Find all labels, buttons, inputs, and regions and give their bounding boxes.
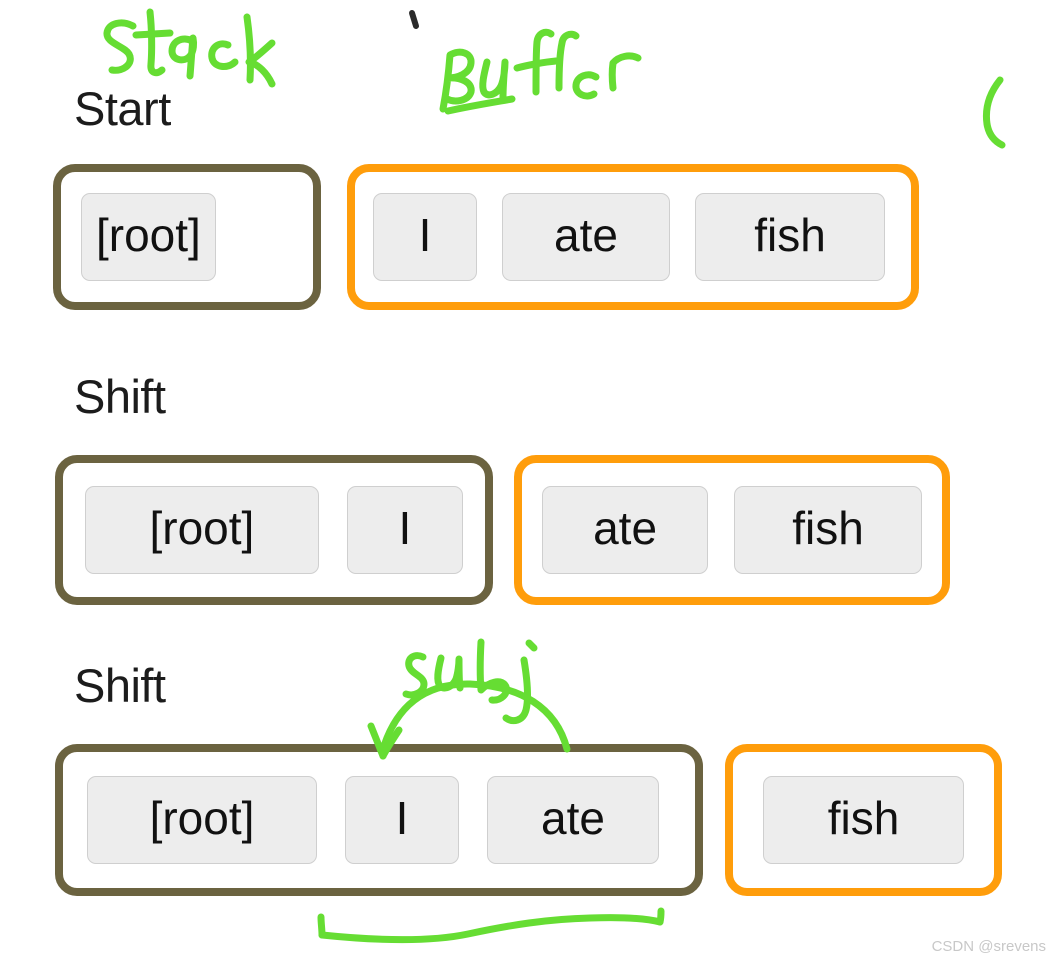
buffer-handwriting-annotation xyxy=(439,28,642,115)
token-label: ate xyxy=(554,209,618,261)
token-label: [root] xyxy=(149,792,255,844)
token-label: [root] xyxy=(96,209,201,261)
step-label-shift-2: Shift xyxy=(74,659,166,712)
buffer-token[interactable]: fish xyxy=(695,193,885,281)
stack-token[interactable]: [root] xyxy=(87,776,317,864)
token-label: fish xyxy=(792,502,864,554)
step-label-shift-1: Shift xyxy=(74,370,166,423)
buffer-container-row-3: fish xyxy=(725,744,1002,896)
span-bracket-annotation xyxy=(317,907,665,944)
stack-token[interactable]: ate xyxy=(487,776,659,864)
stack-token[interactable]: I xyxy=(346,486,463,574)
token-label: [root] xyxy=(149,502,255,554)
stack-token[interactable]: [root] xyxy=(85,486,319,574)
token-label: I xyxy=(398,502,412,554)
right-edge-curve-annotation xyxy=(982,76,1006,149)
buffer-token[interactable]: fish xyxy=(734,486,922,574)
buffer-container-row-1: I ate fish xyxy=(347,164,919,310)
buffer-token[interactable]: ate xyxy=(542,486,709,574)
buffer-token[interactable]: fish xyxy=(763,776,964,864)
stack-token[interactable]: [root] xyxy=(81,193,216,281)
buffer-token[interactable]: ate xyxy=(502,193,670,281)
stack-container-row-1: [root] xyxy=(53,164,321,310)
subj-handwriting-annotation xyxy=(402,638,538,725)
buffer-token[interactable]: I xyxy=(373,193,477,281)
stack-token[interactable]: I xyxy=(345,776,459,864)
stack-handwriting-annotation xyxy=(103,8,276,88)
parser-transition-diagram: Start [root] I ate fish Shift [root] I a… xyxy=(0,0,1056,961)
tick-mark-annotation xyxy=(409,10,419,29)
stack-container-row-3: [root] I ate xyxy=(55,744,703,896)
token-label: fish xyxy=(827,792,900,844)
token-label: I xyxy=(395,792,409,844)
token-label: ate xyxy=(541,792,605,844)
token-label: I xyxy=(418,209,432,261)
step-label-start: Start xyxy=(74,82,171,135)
token-label: ate xyxy=(593,502,658,554)
token-label: fish xyxy=(754,209,826,261)
buffer-container-row-2: ate fish xyxy=(514,455,950,605)
watermark: CSDN @srevens xyxy=(931,938,1046,955)
stack-container-row-2: [root] I xyxy=(55,455,493,605)
